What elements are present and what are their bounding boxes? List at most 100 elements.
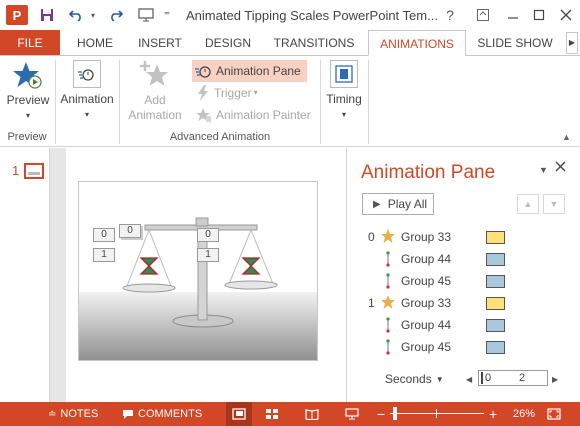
reading-view-icon <box>305 409 319 420</box>
animation-timing-bar[interactable] <box>486 275 505 288</box>
seconds-label: Seconds <box>385 372 432 386</box>
collapse-ribbon-icon[interactable]: ▲ <box>562 132 571 142</box>
group-divider <box>55 60 56 144</box>
save-icon[interactable] <box>36 0 58 30</box>
timeline-ruler[interactable]: 0 2 <box>478 370 548 386</box>
add-animation-button[interactable]: Add Animation <box>122 60 188 123</box>
redo-icon[interactable] <box>106 0 126 30</box>
workspace: 1 0 0 0 1 1 Animation Pane ▼ ▶ Play All … <box>0 148 580 402</box>
move-up-icon[interactable]: ▲ <box>517 194 539 214</box>
tipping-scale-illustration <box>122 217 278 328</box>
counter-box: 0 <box>119 224 141 238</box>
maximize-icon[interactable] <box>528 0 550 30</box>
zoom-center-tick <box>436 409 437 418</box>
slide[interactable]: 0 0 0 1 1 <box>78 181 318 361</box>
timeline-scroll-left-icon[interactable]: ◀ <box>466 375 472 384</box>
timeline-start: 0 <box>481 372 491 384</box>
move-down-icon[interactable]: ▼ <box>543 194 565 214</box>
animation-painter-button[interactable]: Animation Painter <box>196 104 311 126</box>
group-divider <box>320 60 321 144</box>
preview-label: Preview <box>6 93 50 107</box>
reading-view-button[interactable] <box>302 402 322 426</box>
comments-button[interactable]: COMMENTS <box>122 402 202 426</box>
animation-list-item[interactable]: Group 44 <box>362 248 562 270</box>
animation-pane-icon <box>195 66 211 78</box>
tab-file[interactable]: FILE <box>0 30 60 56</box>
timing-label: Timing <box>326 92 362 106</box>
timing-dropdown-icon: ▾ <box>341 110 346 119</box>
zoom-thumb[interactable] <box>393 407 397 420</box>
lightning-icon <box>198 85 208 101</box>
customize-qat-icon[interactable]: ⁼ <box>160 0 174 30</box>
close-pane-icon[interactable] <box>555 161 566 175</box>
play-all-button[interactable]: ▶ Play All <box>362 193 434 215</box>
fit-slide-button[interactable] <box>547 402 561 426</box>
undo-dropdown-icon[interactable]: ▾ <box>87 0 99 30</box>
animation-list-item[interactable]: Group 44 <box>362 314 562 336</box>
zoom-slider[interactable] <box>390 402 484 426</box>
counter-box: 1 <box>197 248 219 262</box>
tabs-scroll-right-icon[interactable]: ▶ <box>566 32 578 54</box>
animation-item-name: Group 44 <box>401 252 452 266</box>
status-bar: ≐ NOTES COMMENTS − + 26% <box>0 402 580 426</box>
animation-timing-bar[interactable] <box>486 297 505 310</box>
tab-slide-show[interactable]: SLIDE SHOW <box>472 30 558 56</box>
animation-timing-bar[interactable] <box>486 253 505 266</box>
animation-item-name: Group 45 <box>401 340 452 354</box>
animation-styles-button[interactable]: Animation ▾ <box>58 60 116 122</box>
normal-view-button[interactable] <box>226 402 252 426</box>
undo-icon[interactable] <box>66 0 86 30</box>
preview-group-label: Preview <box>7 131 47 143</box>
fit-slide-icon <box>547 408 561 420</box>
animation-pane-button[interactable]: Animation Pane <box>192 60 307 82</box>
ribbon-display-options-icon[interactable] <box>472 0 494 30</box>
window-title: Animated Tipping Scales PowerPoint Tem..… <box>186 8 438 23</box>
slide-sorter-icon <box>266 409 278 419</box>
timing-button[interactable]: Timing ▾ <box>322 60 366 122</box>
animation-timing-bar[interactable] <box>486 319 505 332</box>
preview-dropdown-icon: ▾ <box>25 111 30 120</box>
animation-list-item[interactable]: 0 Group 33 <box>362 226 562 248</box>
minimize-icon[interactable] <box>502 0 524 30</box>
normal-view-icon <box>232 408 246 420</box>
animation-list-item[interactable]: Group 45 <box>362 336 562 358</box>
right-weight <box>241 257 261 275</box>
animation-timing-bar[interactable] <box>486 231 505 244</box>
animation-list-item[interactable]: 1 Group 33 <box>362 292 562 314</box>
start-presentation-icon[interactable] <box>136 0 156 30</box>
animation-painter-icon <box>196 108 211 122</box>
slide-sorter-button[interactable] <box>262 402 282 426</box>
tab-animations[interactable]: ANIMATIONS <box>368 30 466 56</box>
timeline-scroll-right-icon[interactable]: ▶ <box>552 375 558 384</box>
help-icon[interactable]: ? <box>440 0 460 30</box>
trigger-dropdown-icon: ▾ <box>253 88 258 97</box>
animation-item-name: Group 44 <box>401 318 452 332</box>
comments-icon <box>123 409 133 419</box>
tab-insert[interactable]: INSERT <box>128 30 192 56</box>
trigger-button[interactable]: Trigger ▾ <box>196 82 258 104</box>
timeline-mark: 2 <box>519 372 526 384</box>
advanced-animation-group-label: Advanced Animation <box>169 131 271 143</box>
counter-box: 1 <box>93 248 115 262</box>
tab-design[interactable]: DESIGN <box>196 30 260 56</box>
tab-transitions[interactable]: TRANSITIONS <box>266 30 362 56</box>
preview-button[interactable]: Preview ▾ <box>4 60 52 123</box>
pane-options-dropdown-icon[interactable]: ▼ <box>539 165 548 175</box>
slide-show-button[interactable] <box>342 402 362 426</box>
seconds-dropdown[interactable]: Seconds ▼ <box>385 372 444 386</box>
animation-label: Animation <box>60 92 114 106</box>
close-window-icon[interactable] <box>554 0 578 30</box>
notes-button[interactable]: ≐ NOTES <box>48 402 98 426</box>
group-divider <box>368 60 369 144</box>
animation-list-item[interactable]: Group 45 <box>362 270 562 292</box>
play-icon: ▶ <box>373 198 381 210</box>
slide-thumbnail[interactable] <box>24 163 44 179</box>
notes-label: NOTES <box>60 408 99 420</box>
zoom-in-icon[interactable]: + <box>489 402 497 426</box>
tab-home[interactable]: HOME <box>66 30 124 56</box>
zoom-level[interactable]: 26% <box>513 402 535 426</box>
zoom-out-icon[interactable]: − <box>377 402 385 426</box>
animation-timing-bar[interactable] <box>486 341 505 354</box>
counter-box: 0 <box>197 228 219 242</box>
animation-pane: Animation Pane ▼ ▶ Play All ▲ ▼ 0 Group 3… <box>346 148 580 402</box>
